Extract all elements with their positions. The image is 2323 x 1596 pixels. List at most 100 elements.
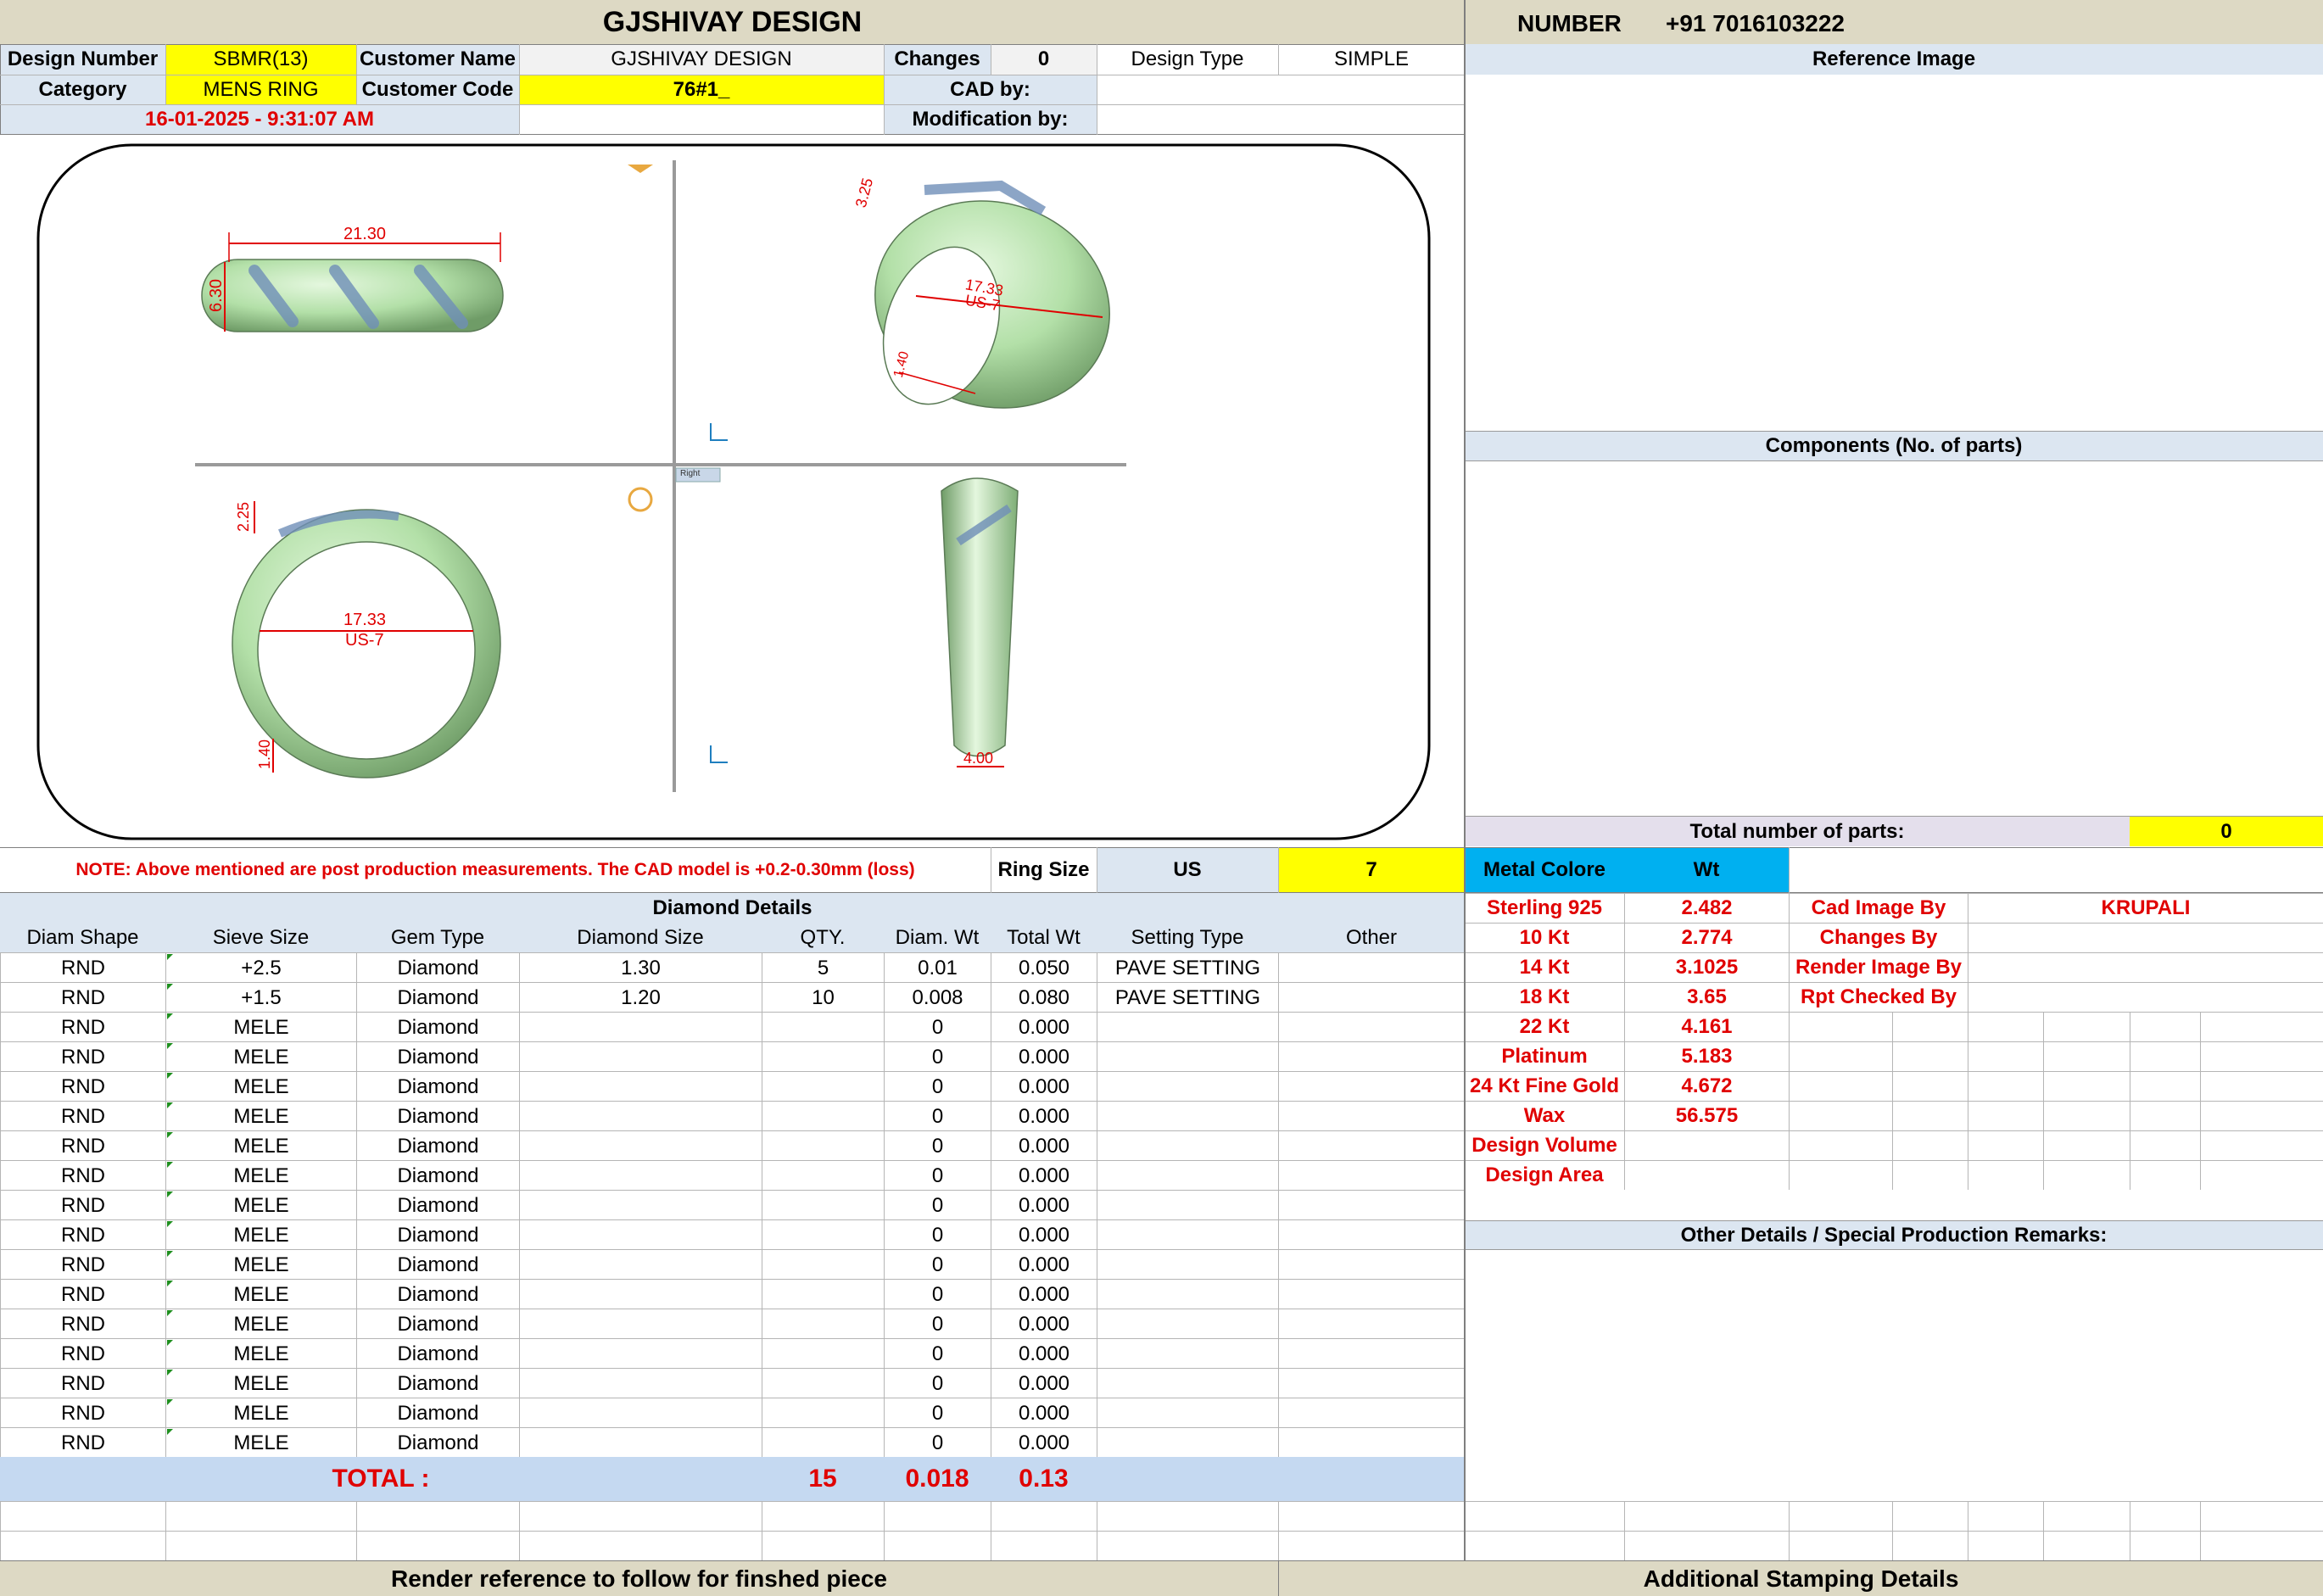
cell-other[interactable]: [1278, 1042, 1465, 1072]
empty-cell[interactable]: [2130, 1071, 2200, 1101]
cell-setting-type[interactable]: [1097, 1339, 1278, 1369]
empty-cell[interactable]: [0, 1501, 165, 1531]
empty-cell[interactable]: [1789, 1041, 1892, 1071]
empty-cell[interactable]: [2130, 1531, 2200, 1560]
cell-diam-wt[interactable]: 0: [884, 1220, 991, 1250]
cell-other[interactable]: [1278, 1220, 1465, 1250]
cell-sieve-size[interactable]: MELE: [165, 1339, 356, 1369]
cell-setting-type[interactable]: [1097, 1042, 1278, 1072]
cell-diam-wt[interactable]: 0: [884, 1369, 991, 1398]
metal-weight[interactable]: 2.482: [1624, 893, 1789, 923]
cell-sieve-size[interactable]: MELE: [165, 1042, 356, 1072]
cell-qty[interactable]: [762, 1131, 884, 1161]
cell-setting-type[interactable]: [1097, 1072, 1278, 1102]
cell-diam-wt[interactable]: 0: [884, 1072, 991, 1102]
metal-weight[interactable]: 4.161: [1624, 1012, 1789, 1041]
cell-diam-shape[interactable]: RND: [0, 1220, 165, 1250]
cell-total-wt[interactable]: 0.000: [991, 1309, 1097, 1339]
cell-diamond-size[interactable]: [519, 1042, 762, 1072]
empty-cell[interactable]: [2130, 1012, 2200, 1041]
cell-total-wt[interactable]: 0.000: [991, 1013, 1097, 1042]
cell-other[interactable]: [1278, 1072, 1465, 1102]
cell-sieve-size[interactable]: MELE: [165, 1161, 356, 1191]
empty-cell[interactable]: [762, 1531, 884, 1560]
cell-setting-type[interactable]: PAVE SETTING: [1097, 983, 1278, 1013]
cell-other[interactable]: [1278, 1161, 1465, 1191]
empty-cell[interactable]: [1789, 1531, 1892, 1560]
empty-cell[interactable]: [1892, 1071, 1968, 1101]
cell-sieve-size[interactable]: MELE: [165, 1280, 356, 1309]
cell-other[interactable]: [1278, 1398, 1465, 1428]
metal-weight[interactable]: 56.575: [1624, 1101, 1789, 1130]
cell-other[interactable]: [1278, 1191, 1465, 1220]
cell-diam-wt[interactable]: 0.01: [884, 953, 991, 983]
cell-total-wt[interactable]: 0.080: [991, 983, 1097, 1013]
cell-diam-wt[interactable]: 0: [884, 1250, 991, 1280]
cell-qty[interactable]: [762, 1161, 884, 1191]
cell-total-wt[interactable]: 0.050: [991, 953, 1097, 983]
empty-cell[interactable]: [991, 1501, 1097, 1531]
cell-setting-type[interactable]: [1097, 1309, 1278, 1339]
cell-total-wt[interactable]: 0.000: [991, 1042, 1097, 1072]
cell-diam-shape[interactable]: RND: [0, 953, 165, 983]
cell-setting-type[interactable]: [1097, 1191, 1278, 1220]
empty-cell[interactable]: [2043, 1012, 2130, 1041]
cell-qty[interactable]: [762, 1339, 884, 1369]
empty-cell[interactable]: [0, 1531, 165, 1560]
empty-cell[interactable]: [1892, 1501, 1968, 1531]
cell-setting-type[interactable]: [1097, 1220, 1278, 1250]
cell-total-wt[interactable]: 0.000: [991, 1428, 1097, 1458]
empty-cell[interactable]: [165, 1501, 356, 1531]
cell-diam-shape[interactable]: RND: [0, 1309, 165, 1339]
cell-qty[interactable]: [762, 1072, 884, 1102]
cell-gem-type[interactable]: Diamond: [356, 1309, 519, 1339]
cell-diam-shape[interactable]: RND: [0, 1369, 165, 1398]
cell-diam-shape[interactable]: RND: [0, 1013, 165, 1042]
empty-cell[interactable]: [1968, 1531, 2043, 1560]
empty-cell[interactable]: [2130, 1160, 2200, 1190]
cell-diamond-size[interactable]: [519, 1309, 762, 1339]
cell-sieve-size[interactable]: MELE: [165, 1309, 356, 1339]
cell-other[interactable]: [1278, 1280, 1465, 1309]
cell-other[interactable]: [1278, 1339, 1465, 1369]
cell-sieve-size[interactable]: MELE: [165, 1072, 356, 1102]
credit-value[interactable]: KRUPALI: [1968, 893, 2323, 923]
cell-qty[interactable]: [762, 1250, 884, 1280]
metal-weight[interactable]: [1624, 1130, 1789, 1160]
cell-diam-shape[interactable]: RND: [0, 983, 165, 1013]
cell-diamond-size[interactable]: 1.20: [519, 983, 762, 1013]
empty-cell[interactable]: [884, 1501, 991, 1531]
cell-gem-type[interactable]: Diamond: [356, 1220, 519, 1250]
cell-diamond-size[interactable]: 1.30: [519, 953, 762, 983]
cell-diamond-size[interactable]: [519, 1220, 762, 1250]
cell-diam-shape[interactable]: RND: [0, 1280, 165, 1309]
credit-value[interactable]: [1968, 923, 2323, 952]
cell-total-wt[interactable]: 0.000: [991, 1220, 1097, 1250]
cell-qty[interactable]: [762, 1280, 884, 1309]
cell-diamond-size[interactable]: [519, 1102, 762, 1131]
cell-total-wt[interactable]: 0.000: [991, 1250, 1097, 1280]
cell-diam-wt[interactable]: 0: [884, 1309, 991, 1339]
cell-diam-shape[interactable]: RND: [0, 1161, 165, 1191]
empty-cell[interactable]: [1892, 1531, 1968, 1560]
cell-diamond-size[interactable]: [519, 1072, 762, 1102]
cell-sieve-size[interactable]: MELE: [165, 1398, 356, 1428]
cell-diam-wt[interactable]: 0: [884, 1042, 991, 1072]
cell-gem-type[interactable]: Diamond: [356, 1339, 519, 1369]
cell-sieve-size[interactable]: MELE: [165, 1250, 356, 1280]
cell-gem-type[interactable]: Diamond: [356, 1369, 519, 1398]
cell-setting-type[interactable]: [1097, 1102, 1278, 1131]
cell-diam-wt[interactable]: 0: [884, 1339, 991, 1369]
cell-total-wt[interactable]: 0.000: [991, 1369, 1097, 1398]
empty-cell[interactable]: [2130, 1501, 2200, 1531]
cell-diam-wt[interactable]: 0: [884, 1280, 991, 1309]
cell-sieve-size[interactable]: MELE: [165, 1428, 356, 1458]
cell-diam-shape[interactable]: RND: [0, 1398, 165, 1428]
cell-diam-shape[interactable]: RND: [0, 1191, 165, 1220]
empty-cell[interactable]: [1892, 1041, 1968, 1071]
cell-diamond-size[interactable]: [519, 1339, 762, 1369]
cell-total-wt[interactable]: 0.000: [991, 1280, 1097, 1309]
metal-weight[interactable]: 5.183: [1624, 1041, 1789, 1071]
empty-cell[interactable]: [1968, 1160, 2043, 1190]
cell-qty[interactable]: [762, 1191, 884, 1220]
